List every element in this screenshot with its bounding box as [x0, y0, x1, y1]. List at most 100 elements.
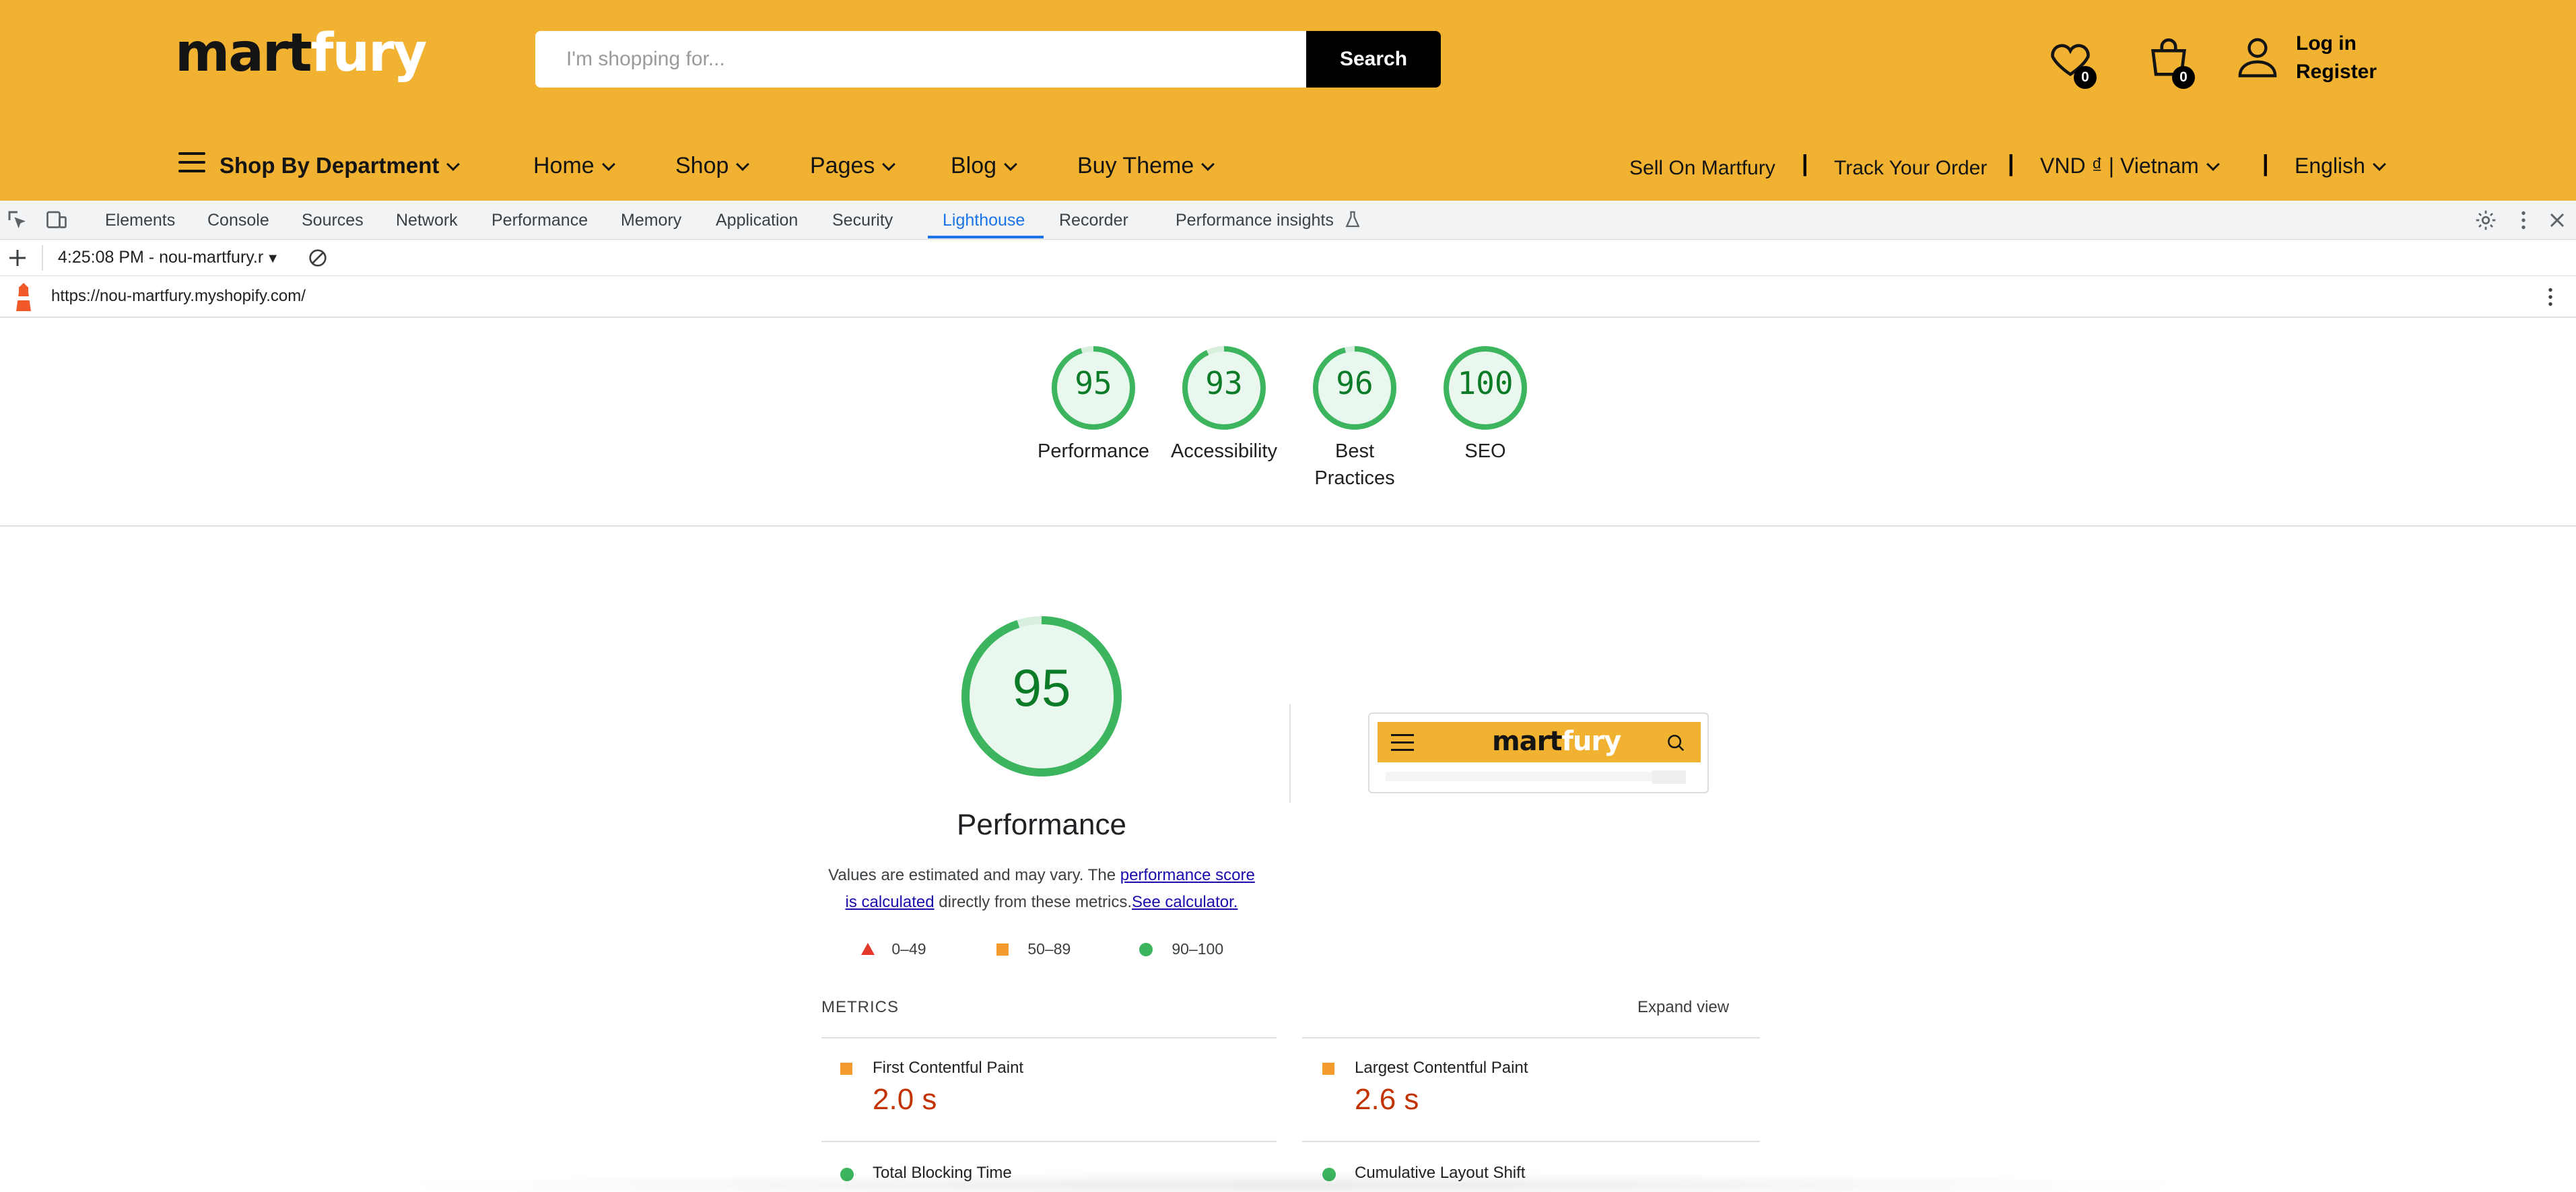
performance-title: Performance	[957, 808, 1126, 841]
shop-by-department-menu[interactable]: Shop By Department	[219, 152, 461, 179]
hamburger-icon	[178, 152, 205, 172]
tab-application[interactable]: Application	[716, 210, 798, 230]
user-icon	[2238, 38, 2277, 77]
tab-performance-insights[interactable]: Performance insights	[1176, 210, 1334, 230]
cart-count-badge: 0	[2172, 66, 2195, 89]
gauge-label: Performance	[1037, 440, 1149, 462]
logo-text-mart: mart	[1492, 726, 1563, 757]
report-menu-icon[interactable]	[2538, 285, 2563, 309]
search-icon	[1668, 735, 1685, 752]
metric-first-contentful-paint: First Contentful Paint 2.0 s	[821, 1059, 1266, 1119]
chevron-down-icon	[1201, 158, 1215, 171]
nav-separator: |	[1802, 151, 1808, 176]
search-input[interactable]	[566, 31, 1300, 88]
gear-icon[interactable]	[2474, 208, 2498, 232]
close-icon[interactable]	[2545, 208, 2569, 232]
nav-item-pages[interactable]: Pages	[810, 152, 896, 179]
plus-icon[interactable]	[5, 246, 30, 270]
performance-description: Values are estimated and may vary. The p…	[823, 862, 1260, 916]
lighthouse-toolbar: 4:25:08 PM - nou-martfury.r ▼	[0, 240, 2576, 276]
report-selector[interactable]: 4:25:08 PM - nou-martfury.r ▼	[58, 248, 279, 267]
metric-divider	[821, 1037, 1277, 1038]
wishlist-button[interactable]: 0	[2047, 35, 2101, 92]
dropdown-triangle-icon: ▼	[266, 251, 279, 266]
score-gauges: 95 Performance 93 Accessibility 96 Best P…	[0, 318, 2576, 527]
gauge-seo[interactable]: 100 SEO	[1418, 343, 1553, 465]
thumbnail-content-placeholder	[1652, 770, 1686, 784]
nav-label: Pages	[810, 153, 875, 178]
chevron-down-icon	[446, 158, 461, 171]
tab-memory[interactable]: Memory	[621, 210, 681, 230]
tab-sources[interactable]: Sources	[302, 210, 364, 230]
average-square-icon	[840, 1063, 852, 1075]
toolbar-divider	[42, 245, 43, 271]
chevron-down-icon	[882, 158, 896, 171]
see-calculator-link[interactable]: See calculator.	[1132, 893, 1238, 911]
store-header: martfury Search 0 0 Log in Register Shop…	[0, 0, 2576, 201]
department-label: Shop By Department	[219, 153, 440, 178]
gauge-score: 100	[1457, 365, 1514, 401]
tab-lighthouse[interactable]: Lighthouse	[943, 210, 1025, 230]
nav-label: Shop	[675, 153, 729, 178]
account-button[interactable]	[2235, 34, 2282, 88]
metrics-heading: METRICS	[821, 998, 899, 1016]
cart-button[interactable]: 0	[2145, 35, 2199, 92]
nav-item-buy-theme[interactable]: Buy Theme	[1077, 152, 1215, 179]
metric-title: First Contentful Paint	[873, 1059, 1024, 1077]
legend-fail: 0–49	[860, 940, 926, 958]
nav-item-blog[interactable]: Blog	[951, 152, 1017, 179]
nav-separator: |	[2262, 151, 2269, 176]
gauge-performance[interactable]: 95 Performance	[1026, 343, 1161, 465]
square-average-icon	[996, 943, 1009, 956]
login-link[interactable]: Log in	[2296, 30, 2377, 58]
report-url[interactable]: https://nou-martfury.myshopify.com/	[51, 287, 306, 306]
track-order-link[interactable]: Track Your Order	[1834, 155, 1987, 182]
nav-label: Buy Theme	[1077, 153, 1194, 178]
inspect-element-icon[interactable]	[5, 208, 30, 232]
average-square-icon	[1322, 1063, 1334, 1075]
tab-recorder[interactable]: Recorder	[1059, 210, 1128, 230]
sell-on-martfury-link[interactable]: Sell On Martfury	[1629, 155, 1775, 182]
gauge-label: Best Practices	[1287, 438, 1422, 492]
screen: martfury Search 0 0 Log in Register Shop…	[0, 0, 2576, 1192]
legend-pass: 90–100	[1139, 940, 1223, 958]
nav-item-home[interactable]: Home	[533, 152, 615, 179]
bottom-shadow	[364, 1172, 2222, 1192]
currency-selector[interactable]: VND ₫ | Vietnam	[2040, 152, 2220, 179]
clear-reports-icon[interactable]	[307, 247, 329, 269]
report-selector-label: 4:25:08 PM - nou-martfury.r	[58, 248, 264, 267]
gauge-label-line1: Best	[1334, 440, 1375, 462]
legend-label: 50–89	[1027, 940, 1071, 958]
language-label: English	[2295, 154, 2365, 178]
logo-text-fury: fury	[310, 23, 428, 84]
nav-item-shop[interactable]: Shop	[675, 152, 750, 179]
active-tab-indicator	[928, 236, 1044, 238]
devtools-tab-bar: Elements Console Sources Network Perform…	[0, 201, 2576, 240]
report-url-bar: https://nou-martfury.myshopify.com/	[0, 276, 2576, 318]
legend-label: 90–100	[1172, 940, 1224, 958]
metric-divider	[1302, 1037, 1760, 1038]
tab-security[interactable]: Security	[832, 210, 893, 230]
metric-title: Largest Contentful Paint	[1355, 1059, 1528, 1077]
tab-network[interactable]: Network	[396, 210, 458, 230]
metric-largest-contentful-paint: Largest Contentful Paint 2.6 s	[1303, 1059, 1748, 1119]
tab-elements[interactable]: Elements	[105, 210, 175, 230]
language-selector[interactable]: English	[2295, 152, 2386, 179]
expand-view-toggle[interactable]: Expand view	[1637, 998, 1729, 1017]
register-link[interactable]: Register	[2296, 58, 2377, 86]
search-button[interactable]: Search	[1306, 31, 1441, 88]
page-screenshot-thumbnail[interactable]: martfury	[1368, 713, 1709, 793]
tab-console[interactable]: Console	[207, 210, 269, 230]
device-toolbar-icon[interactable]	[44, 208, 69, 232]
gauge-score: 96	[1336, 365, 1374, 401]
chevron-down-icon	[1004, 158, 1017, 171]
tab-performance[interactable]: Performance	[492, 210, 588, 230]
store-logo[interactable]: martfury	[175, 23, 428, 84]
gauge-accessibility[interactable]: 93 Accessibility	[1157, 343, 1291, 465]
more-options-icon[interactable]	[2511, 208, 2536, 232]
nav-separator: |	[2008, 151, 2014, 176]
experiment-flask-icon	[1345, 211, 1360, 228]
currency-label: VND ₫ | Vietnam	[2040, 154, 2199, 178]
gauge-best-practices[interactable]: 96 Best Practices	[1287, 343, 1422, 492]
thumbnail-content-placeholder	[1386, 772, 1675, 781]
